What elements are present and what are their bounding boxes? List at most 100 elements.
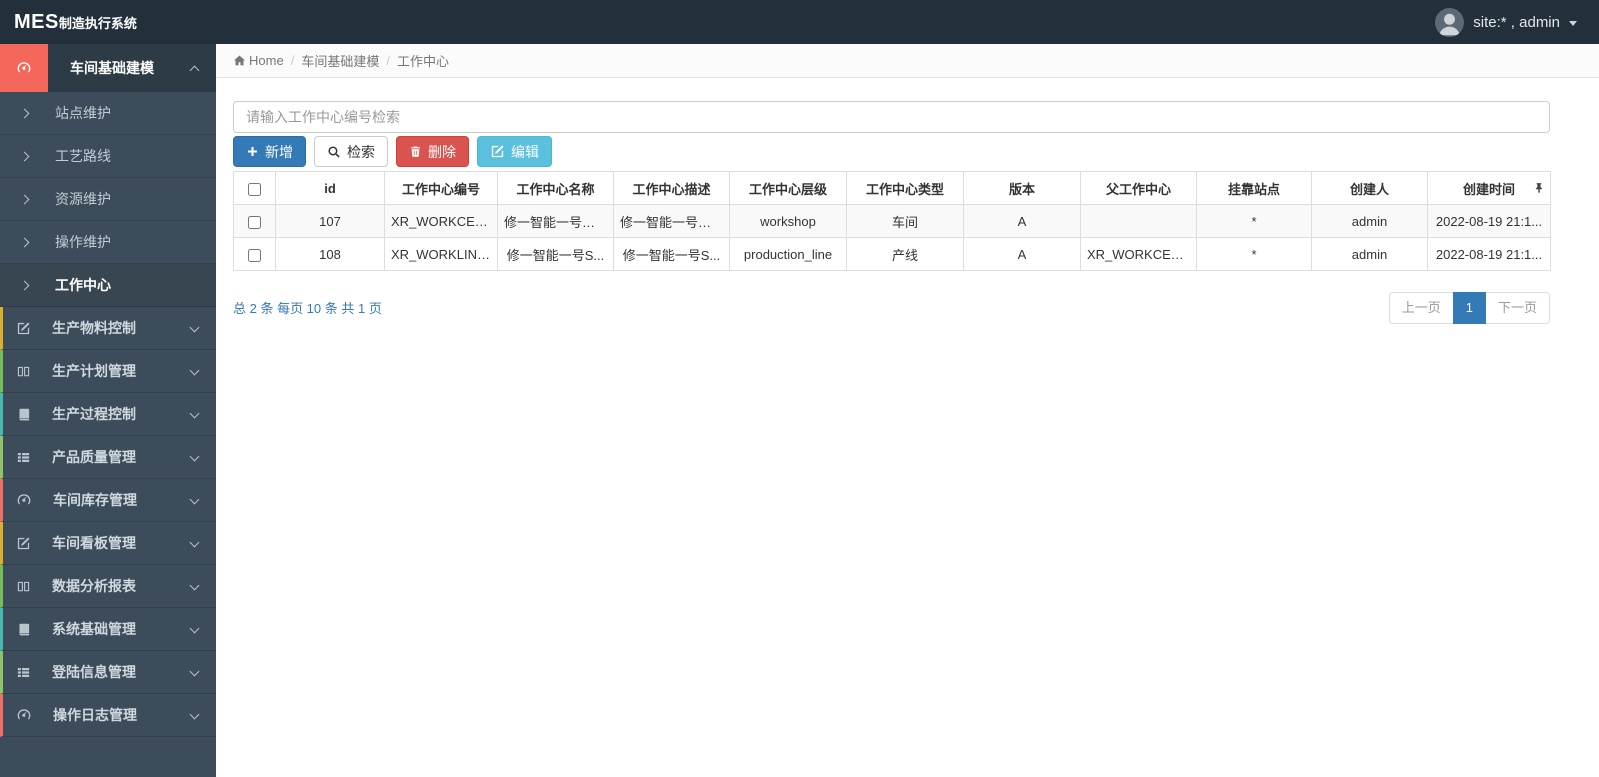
sidebar-subitem-label: 站点维护 (55, 105, 111, 121)
chevron-down-icon (189, 580, 200, 590)
sidebar-section-1[interactable]: 生产计划管理 (0, 350, 216, 393)
column-header-10[interactable]: 创建时间 (1427, 171, 1551, 205)
column-header-label: id (324, 180, 336, 196)
table-cell: workshop (729, 204, 847, 238)
search-input[interactable] (233, 101, 1550, 133)
column-header-label: 工作中心层级 (748, 181, 827, 197)
chevron-down-icon (189, 408, 200, 418)
search-button[interactable]: 检索 (314, 136, 388, 167)
table-cell: A (963, 204, 1081, 238)
column-header-label: 父工作中心 (1105, 181, 1171, 197)
column-header-label: 创建时间 (1462, 181, 1515, 197)
table-cell: * (1196, 204, 1312, 238)
breadcrumb-workshop-modeling[interactable]: 车间基础建模 (301, 51, 379, 70)
app-logo[interactable]: MES制造执行系统 (0, 11, 216, 34)
table-cell: 107 (275, 204, 385, 238)
edit-button[interactable]: 编辑 (477, 136, 552, 167)
user-menu[interactable]: site:* , admin (1435, 7, 1599, 37)
page-1-button[interactable]: 1 (1452, 292, 1486, 324)
chevron-down-icon (189, 709, 200, 719)
sidebar-subitem-3[interactable]: 操作维护 (0, 221, 216, 264)
sidebar-section-2[interactable]: 生产过程控制 (0, 393, 216, 436)
sidebar-section-4[interactable]: 车间库存管理 (0, 479, 216, 522)
chevron-down-icon (189, 537, 200, 547)
sidebar-section-3[interactable]: 产品质量管理 (0, 436, 216, 479)
columns-icon (16, 364, 31, 379)
row-checkbox[interactable] (248, 248, 261, 262)
table-footer: 总 2 条 每页 10 条 共 1 页 上一页 1 下一页 (233, 292, 1550, 324)
column-header-6[interactable]: 版本 (963, 171, 1081, 205)
column-header-5[interactable]: 工作中心类型 (846, 171, 964, 205)
breadcrumb-current: 工作中心 (396, 54, 449, 69)
column-header-label: 创建人 (1349, 181, 1389, 197)
edit-icon (490, 144, 505, 159)
home-icon (233, 54, 246, 67)
sidebar-section-8[interactable]: 登陆信息管理 (0, 651, 216, 694)
pin-icon[interactable] (1533, 182, 1545, 194)
row-checkbox-cell (233, 204, 276, 238)
content: Home / 车间基础建模 / 工作中心 新增 检索 删除 (216, 44, 1599, 777)
sidebar-submenu: 站点维护工艺路线资源维护操作维护 工作中心 (0, 92, 216, 307)
table-cell: 修一智能一号车间 (497, 204, 614, 238)
chevron-down-icon (189, 623, 200, 633)
sidebar-subitem-label: 工艺路线 (55, 148, 111, 164)
column-header-7[interactable]: 父工作中心 (1080, 171, 1197, 205)
sidebar-subitem-2[interactable]: 资源维护 (0, 178, 216, 221)
edit-button-label: 编辑 (511, 143, 539, 160)
column-header-label: 工作中心名称 (516, 181, 595, 197)
table-cell: XR_WORKCEN... (384, 204, 498, 238)
sidebar-subitem-label: 资源维护 (55, 191, 111, 207)
brand-text-rest: 制造执行系统 (58, 15, 137, 31)
book-icon (16, 407, 31, 422)
list-icon (16, 665, 31, 680)
table-row-1: 108 XR_WORKLINE... 修一智能一号S... 修一智能一号S... pro… (233, 237, 1551, 271)
column-header-label: 版本 (1008, 181, 1035, 197)
column-header-9[interactable]: 创建人 (1311, 171, 1428, 205)
column-header-1[interactable]: 工作中心编号 (384, 171, 498, 205)
topbar: MES制造执行系统 site:* , admin (0, 0, 1599, 44)
breadcrumb: Home / 车间基础建模 / 工作中心 (216, 44, 1599, 78)
sidebar-section-0[interactable]: 生产物料控制 (0, 307, 216, 350)
sidebar-subitem-0[interactable]: 站点维护 (0, 92, 216, 135)
trash-icon (409, 145, 422, 158)
list-icon (16, 450, 31, 465)
prev-page-button[interactable]: 上一页 (1388, 292, 1454, 324)
sidebar-section-7[interactable]: 系统基础管理 (0, 608, 216, 651)
sidebar-section-label: 生产计划管理 (52, 363, 136, 379)
column-header-2[interactable]: 工作中心名称 (497, 171, 614, 205)
column-header-8[interactable]: 挂靠站点 (1196, 171, 1312, 205)
sidebar-section-label: 产品质量管理 (52, 449, 136, 465)
sidebar-subitem-4[interactable]: 工作中心 (0, 264, 216, 307)
sidebar-section-9[interactable]: 操作日志管理 (0, 694, 216, 737)
column-header-0[interactable]: id (275, 171, 385, 205)
sidebar-section-label: 操作日志管理 (53, 707, 137, 723)
table-cell: 修一智能一号S... (613, 237, 730, 271)
table-cell: 产线 (846, 237, 964, 271)
search-icon (327, 145, 341, 159)
sidebar-subitem-1[interactable]: 工艺路线 (0, 135, 216, 178)
table-cell: 2022-08-19 21:1... (1427, 204, 1551, 238)
table-cell: 修一智能一号S... (497, 237, 614, 271)
plus-icon (246, 145, 259, 158)
sidebar-section-5[interactable]: 车间看板管理 (0, 522, 216, 565)
breadcrumb-separator: / (386, 53, 390, 68)
sidebar-section-6[interactable]: 数据分析报表 (0, 565, 216, 608)
sidebar-section-workshop-modeling[interactable]: 车间基础建模 (0, 44, 216, 92)
table-cell: admin (1311, 237, 1428, 271)
table-cell: 车间 (846, 204, 964, 238)
brand-text-bold: MES (14, 10, 59, 33)
delete-button[interactable]: 删除 (396, 136, 469, 167)
add-button[interactable]: 新增 (233, 136, 306, 167)
column-header-4[interactable]: 工作中心层级 (729, 171, 847, 205)
sidebar-section-label: 系统基础管理 (52, 621, 136, 637)
table-cell: * (1196, 237, 1312, 271)
breadcrumb-home[interactable]: Home (249, 53, 284, 68)
select-all-checkbox[interactable] (248, 182, 261, 196)
chevron-down-icon (189, 451, 200, 461)
row-checkbox[interactable] (248, 215, 261, 229)
chevron-right-icon (19, 108, 30, 118)
next-page-button[interactable]: 下一页 (1484, 292, 1550, 324)
columns-icon (16, 579, 31, 594)
sidebar-section-label: 生产物料控制 (52, 320, 136, 336)
column-header-3[interactable]: 工作中心描述 (613, 171, 730, 205)
